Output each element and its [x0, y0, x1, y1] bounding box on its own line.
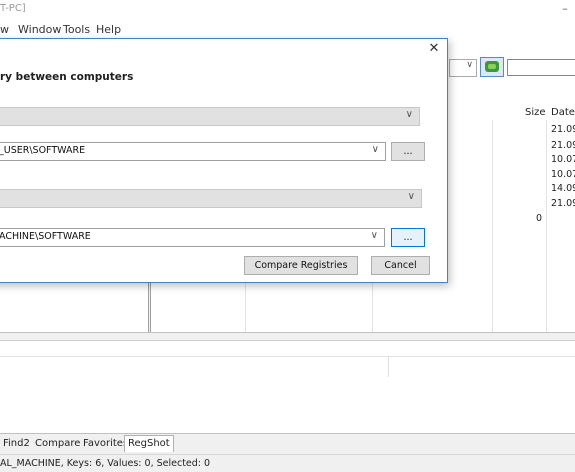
menu-view[interactable]: w — [0, 23, 9, 36]
minimize-button[interactable]: – — [558, 2, 572, 15]
browse-button-2[interactable]: ... — [391, 228, 425, 247]
menu-tools[interactable]: Tools — [63, 23, 90, 36]
menu-window[interactable]: Window — [18, 23, 61, 36]
computer1-combo[interactable]: ∨ — [0, 107, 420, 126]
date-cell: 14.09. — [551, 183, 575, 194]
tab-find2[interactable]: Find2 — [0, 436, 33, 452]
date-cell: 10.07. — [551, 169, 575, 180]
date-cell: 21.09. — [551, 124, 575, 135]
date-cell: 21.09. — [551, 198, 575, 209]
date-column-header[interactable]: Date — [551, 107, 575, 118]
compare-registries-button[interactable]: Compare Registries — [244, 256, 358, 275]
bottom-divider — [388, 357, 389, 377]
chevron-down-icon: ∨ — [370, 230, 378, 241]
computer2-combo[interactable]: ∨ — [0, 189, 422, 208]
date-cell: 21.09. — [551, 140, 575, 151]
size-cell: 0 — [536, 213, 543, 224]
go-icon — [485, 61, 499, 72]
tab-regshot[interactable]: RegShot — [124, 435, 174, 452]
tab-compare[interactable]: Compare — [32, 436, 83, 452]
menu-help[interactable]: Help — [96, 23, 121, 36]
title-bar: T-PC] – — [0, 0, 575, 20]
toolbar-combo[interactable]: ∨ — [449, 59, 477, 77]
chevron-down-icon: ∨ — [466, 60, 473, 70]
bottom-header-line — [0, 356, 575, 357]
column-divider — [492, 100, 493, 332]
search-input[interactable] — [507, 59, 575, 76]
cancel-button[interactable]: Cancel — [371, 256, 430, 275]
close-icon[interactable]: ✕ — [427, 41, 441, 56]
size-column-header[interactable]: Size — [525, 107, 546, 118]
date-cell: 10.07. — [551, 154, 575, 165]
key2-value: ACHINE\SOFTWARE — [0, 231, 91, 242]
key1-combo[interactable]: _USER\SOFTWARE ∨ — [0, 142, 386, 161]
menu-bar: w Window Tools Help — [0, 20, 575, 40]
key2-combo[interactable]: ACHINE\SOFTWARE ∨ — [0, 228, 385, 247]
chevron-down-icon: ∨ — [405, 109, 413, 120]
status-text: AL_MACHINE, Keys: 6, Values: 0, Selected… — [0, 458, 211, 469]
column-divider — [546, 100, 547, 332]
window-title: T-PC] — [0, 3, 26, 14]
go-button[interactable] — [480, 57, 504, 77]
status-bar: AL_MACHINE, Keys: 6, Values: 0, Selected… — [0, 454, 575, 472]
dialog-heading: ry between computers — [0, 71, 134, 83]
key1-value: _USER\SOFTWARE — [0, 145, 86, 156]
chevron-down-icon: ∨ — [371, 144, 379, 155]
browse-button-1[interactable]: ... — [391, 142, 425, 161]
bottom-pane — [0, 340, 575, 433]
tab-bar: Find2 Compare Favorites RegShot — [0, 433, 575, 454]
chevron-down-icon: ∨ — [407, 191, 415, 202]
